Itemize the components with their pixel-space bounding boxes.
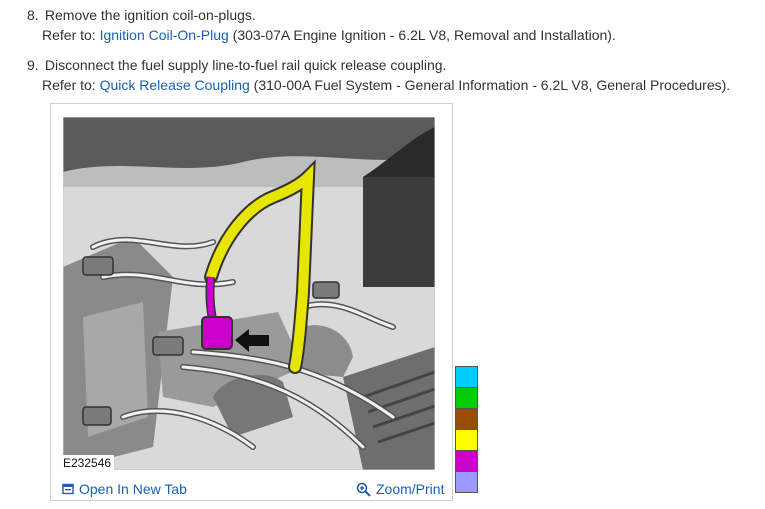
quick-release-coupling-link[interactable]: Quick Release Coupling: [100, 77, 250, 93]
refer-suffix: (303-07A Engine Ignition - 6.2L V8, Remo…: [228, 27, 616, 43]
open-in-new-tab-icon: [62, 483, 74, 495]
color-swatch: [455, 429, 478, 451]
engine-illustration[interactable]: [63, 117, 435, 470]
step-text: Disconnect the fuel supply line-to-fuel …: [44, 57, 447, 73]
color-legend: [455, 366, 478, 493]
refer-prefix: Refer to:: [42, 27, 100, 43]
color-swatch: [455, 366, 478, 388]
zoom-print-label: Zoom/Print: [376, 481, 445, 497]
step-number: 8.: [27, 7, 39, 23]
open-in-new-tab-link[interactable]: Open In New Tab: [62, 481, 187, 497]
step-8: 8. Remove the ignition coil-on-plugs. Re…: [27, 5, 616, 45]
step-9: 9. Disconnect the fuel supply line-to-fu…: [27, 55, 730, 95]
refer-prefix: Refer to:: [42, 77, 100, 93]
figure-id: E232546: [60, 455, 115, 471]
step-number: 9.: [27, 57, 39, 73]
step-text: Remove the ignition coil-on-plugs.: [44, 7, 256, 23]
color-swatch: [455, 387, 478, 409]
open-in-new-tab-label: Open In New Tab: [79, 481, 187, 497]
ignition-coil-link[interactable]: Ignition Coil-On-Plug: [100, 27, 229, 43]
color-swatch: [455, 450, 478, 472]
color-swatch: [455, 471, 478, 493]
step-reference: Refer to: Ignition Coil-On-Plug (303-07A…: [27, 25, 616, 45]
zoom-in-icon: [356, 482, 371, 497]
zoom-print-link[interactable]: Zoom/Print: [356, 481, 444, 497]
color-swatch: [455, 408, 478, 430]
step-reference: Refer to: Quick Release Coupling (310-00…: [27, 75, 730, 95]
refer-suffix: (310-00A Fuel System - General Informati…: [249, 77, 731, 93]
